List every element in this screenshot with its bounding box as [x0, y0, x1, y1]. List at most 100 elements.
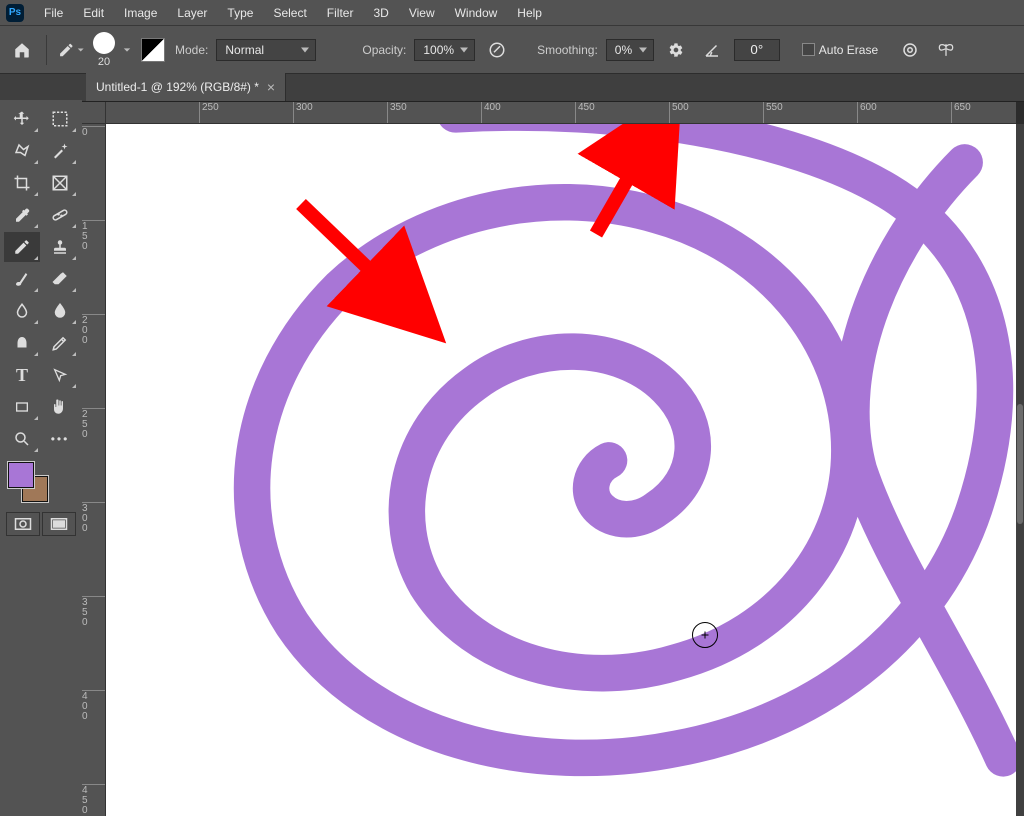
angle-icon-button[interactable] — [698, 36, 726, 64]
lasso-tool[interactable] — [4, 136, 40, 166]
crop-icon — [13, 174, 31, 192]
move-tool[interactable] — [4, 104, 40, 134]
brush-angle-input[interactable] — [734, 39, 780, 61]
pencil-tool[interactable] — [4, 232, 40, 262]
menu-image[interactable]: Image — [114, 2, 167, 24]
auto-erase-checkbox[interactable]: Auto Erase — [802, 43, 878, 57]
brush-cursor — [692, 622, 718, 648]
frame-icon — [51, 174, 69, 192]
color-swatches[interactable] — [4, 456, 78, 504]
eyedropper-tool[interactable] — [4, 200, 40, 230]
ruler-tick: 150 — [82, 220, 105, 252]
brush-preview-circle — [93, 32, 115, 54]
screen-mode-button[interactable] — [42, 512, 76, 536]
separator — [46, 35, 47, 65]
clone-stamp-tool[interactable] — [42, 232, 78, 262]
menu-filter[interactable]: Filter — [317, 2, 364, 24]
finger-icon — [13, 334, 31, 352]
pen-tool[interactable] — [42, 328, 78, 358]
menu-window[interactable]: Window — [445, 2, 508, 24]
bandage-icon — [51, 206, 69, 224]
path-selection-tool[interactable] — [42, 360, 78, 390]
stamp-icon — [51, 238, 69, 256]
smoothing-label: Smoothing: — [537, 43, 598, 57]
blend-mode-dropdown[interactable]: Normal — [216, 39, 316, 61]
menu-type[interactable]: Type — [217, 2, 263, 24]
document-tab-bar: Untitled-1 @ 192% (RGB/8#) * × — [0, 74, 1024, 102]
ruler-tick: 500 — [669, 102, 689, 123]
foreground-color-swatch[interactable] — [8, 462, 34, 488]
edit-toolbar-button[interactable]: ••• — [42, 424, 78, 454]
menu-help[interactable]: Help — [507, 2, 552, 24]
spiral-stroke — [252, 124, 1003, 758]
symmetry-button[interactable] — [932, 36, 960, 64]
ruler-tick: 650 — [951, 102, 971, 123]
scrollbar-vertical[interactable] — [1016, 124, 1024, 816]
pressure-opacity-button[interactable] — [483, 36, 511, 64]
tablet-pressure-icon — [488, 41, 506, 59]
blur-icon — [13, 302, 31, 320]
dodge-tool[interactable] — [42, 296, 78, 326]
menu-file[interactable]: File — [34, 2, 73, 24]
brush-settings-button[interactable] — [139, 36, 167, 64]
magnifier-icon — [13, 430, 31, 448]
quick-mask-button[interactable] — [6, 512, 40, 536]
opacity-dropdown[interactable]: 100% — [414, 39, 475, 61]
scrollbar-thumb[interactable] — [1017, 404, 1023, 524]
menu-edit[interactable]: Edit — [73, 2, 114, 24]
home-button[interactable] — [8, 36, 36, 64]
hand-tool[interactable] — [42, 392, 78, 422]
app-logo-icon: Ps — [6, 4, 24, 22]
checkbox-icon — [802, 43, 815, 56]
chevron-down-icon[interactable] — [123, 46, 131, 54]
ruler-tick: 400 — [481, 102, 501, 123]
close-icon[interactable]: × — [267, 79, 275, 95]
magic-wand-tool[interactable] — [42, 136, 78, 166]
workspace: 25030035040045050055060065070 0150200250… — [82, 102, 1024, 816]
tool-preset-picker[interactable] — [57, 36, 85, 64]
ruler-vertical[interactable]: 0150200250300350400450 — [82, 124, 106, 816]
menu-3d[interactable]: 3D — [363, 2, 398, 24]
ruler-horizontal[interactable]: 25030035040045050055060065070 — [106, 102, 1016, 124]
document-tab[interactable]: Untitled-1 @ 192% (RGB/8#) * × — [86, 73, 286, 101]
ruler-tick: 0 — [82, 126, 105, 138]
wand-icon — [51, 142, 69, 160]
mask-icon — [14, 517, 32, 531]
menu-select[interactable]: Select — [263, 2, 316, 24]
pressure-size-button[interactable] — [896, 36, 924, 64]
type-tool[interactable]: T — [4, 360, 40, 390]
ruler-origin[interactable] — [82, 102, 106, 124]
smudge-tool[interactable] — [4, 328, 40, 358]
canvas[interactable] — [106, 124, 1016, 816]
smoothing-dropdown[interactable]: 0% — [606, 39, 654, 61]
type-icon: T — [16, 365, 28, 386]
rectangle-icon — [14, 399, 30, 415]
zoom-tool[interactable] — [4, 424, 40, 454]
ruler-tick: 350 — [82, 596, 105, 628]
brush-tool[interactable] — [4, 264, 40, 294]
hand-icon — [51, 398, 69, 416]
target-icon — [901, 41, 919, 59]
smoothing-options-button[interactable] — [662, 36, 690, 64]
brush-icon — [13, 270, 31, 288]
rectangle-tool[interactable] — [4, 392, 40, 422]
ruler-tick: 300 — [82, 502, 105, 534]
healing-brush-tool[interactable] — [42, 200, 78, 230]
opacity-label: Opacity: — [362, 43, 406, 57]
eraser-tool[interactable] — [42, 264, 78, 294]
menu-view[interactable]: View — [399, 2, 445, 24]
marquee-tool[interactable] — [42, 104, 78, 134]
gradient-tool[interactable] — [4, 296, 40, 326]
chevron-down-icon — [77, 46, 84, 54]
tools-panel: T ••• — [0, 100, 82, 546]
menu-layer[interactable]: Layer — [167, 2, 217, 24]
eraser-icon — [51, 270, 69, 288]
menu-bar: Ps File Edit Image Layer Type Select Fil… — [0, 0, 1024, 26]
brush-panel-icon — [141, 38, 165, 62]
frame-tool[interactable] — [42, 168, 78, 198]
ruler-tick: 250 — [82, 408, 105, 440]
crop-tool[interactable] — [4, 168, 40, 198]
brush-preset-picker[interactable]: 20 — [93, 32, 115, 68]
ruler-tick: 250 — [199, 102, 219, 123]
home-icon — [13, 41, 31, 59]
